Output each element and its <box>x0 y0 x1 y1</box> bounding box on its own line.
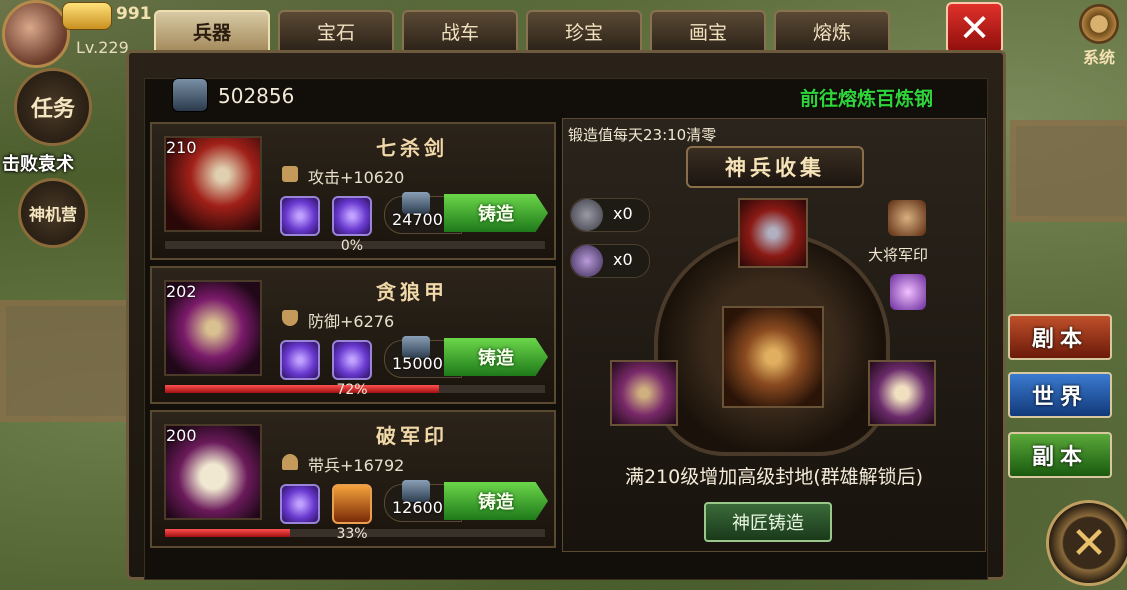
city-wall <box>1010 120 1127 222</box>
gold-ingot-icon <box>62 2 112 30</box>
tab-label: 兵器 <box>192 21 231 44</box>
world-button[interactable]: 世界 <box>1008 372 1112 418</box>
dungeon-button[interactable]: 副本 <box>1008 432 1112 478</box>
tab-label: 珍宝 <box>564 21 603 44</box>
gem-slot-icon[interactable] <box>280 340 320 380</box>
weapon-card: 210 七杀剑 攻击+10620 24700 铸造 0% <box>150 122 556 260</box>
hammer-count-value: x0 <box>613 250 633 269</box>
tab-label: 熔炼 <box>812 21 851 44</box>
gem-slot-icon[interactable] <box>280 484 320 524</box>
weapon-level: 202 <box>166 282 197 301</box>
goto-smelt-link[interactable]: 前往熔炼百炼钢 <box>800 84 933 111</box>
script-button[interactable]: 剧本 <box>1008 314 1112 360</box>
gem-slot-icon[interactable] <box>332 196 372 236</box>
forge-progress-fill <box>165 529 291 537</box>
weapon-card: 200 破军印 带兵+16792 12600 铸造 33% <box>150 410 556 548</box>
weapon-name: 七杀剑 <box>376 136 448 160</box>
quest-caption: 击败袁术 <box>2 154 74 175</box>
weapon-level: 200 <box>166 426 197 445</box>
general-seal-icon[interactable] <box>888 200 926 236</box>
forge-control: 24700 铸造 <box>384 190 550 234</box>
quest-button[interactable]: 任务 <box>14 68 92 146</box>
hammer-count[interactable]: x0 <box>570 198 650 232</box>
forge-cost: 24700 <box>392 210 443 229</box>
gem-icon[interactable] <box>890 274 926 310</box>
seal-name: 大将军印 <box>868 246 929 264</box>
tab-label: 画宝 <box>688 21 727 44</box>
tab-weapons[interactable]: 兵器 <box>154 10 270 50</box>
tab-label: 宝石 <box>316 21 355 44</box>
hammer-count[interactable]: x0 <box>570 244 650 278</box>
weapon-level: 210 <box>166 138 197 157</box>
quest-label: 任务 <box>30 97 75 122</box>
forge-button[interactable]: 铸造 <box>444 338 548 376</box>
reset-notice: 锻造值每天23:10清零 <box>568 126 717 144</box>
close-icon: ✕ <box>1070 517 1108 569</box>
weapon-stat: 防御+6276 <box>308 312 395 331</box>
close-icon: ✕ <box>958 6 991 50</box>
seal-icon[interactable] <box>868 360 936 426</box>
collection-title: 神兵收集 <box>686 146 864 188</box>
seal-icon[interactable] <box>722 306 824 408</box>
forge-cost: 15000 <box>392 354 443 373</box>
shield-icon <box>282 310 298 326</box>
weapon-stat: 攻击+10620 <box>308 168 405 187</box>
gear-icon <box>1079 4 1119 44</box>
tab-gems[interactable]: 宝石 <box>278 10 394 50</box>
weapon-name: 贪狼甲 <box>376 280 448 304</box>
shenjiying-button[interactable]: 神机营 <box>18 178 88 248</box>
forge-cost: 12600 <box>392 498 443 517</box>
gem-slot-icon[interactable] <box>332 484 372 524</box>
player-avatar[interactable] <box>2 0 70 68</box>
armor-icon[interactable] <box>610 360 678 426</box>
city-wall <box>0 300 132 422</box>
system-label: 系统 <box>1082 48 1115 67</box>
tab-chariot[interactable]: 战车 <box>402 10 518 50</box>
system-button[interactable]: 系统 <box>1072 4 1126 70</box>
forge-control: 12600 铸造 <box>384 478 550 522</box>
gem-slot-icon[interactable] <box>332 340 372 380</box>
hammer-icon <box>571 245 603 277</box>
unlock-text: 满210级增加高级封地(群雄解锁后) <box>624 466 924 488</box>
tab-smelt[interactable]: 熔炼 <box>774 10 890 50</box>
hammer-count-value: x0 <box>613 204 633 223</box>
gem-slot-icon[interactable] <box>280 196 320 236</box>
forge-control: 15000 铸造 <box>384 334 550 378</box>
tab-painting[interactable]: 画宝 <box>650 10 766 50</box>
forge-progress-label: 33% <box>336 526 368 542</box>
collapse-menu-button[interactable]: ✕ <box>1046 500 1127 586</box>
steel-amount: 502856 <box>218 84 295 108</box>
steel-ingot-icon <box>172 78 208 112</box>
attack-icon <box>282 166 298 182</box>
close-button[interactable]: ✕ <box>946 2 1003 54</box>
tab-label: 战车 <box>440 21 479 44</box>
weapon-stat: 带兵+16792 <box>308 456 405 475</box>
master-forge-button[interactable]: 神匠铸造 <box>704 502 832 542</box>
shenjiying-label: 神机营 <box>28 205 77 224</box>
troop-icon <box>282 454 298 470</box>
forge-progress-label: 0% <box>340 238 364 254</box>
weapon-name: 破军印 <box>376 424 448 448</box>
weapon-card: 202 贪狼甲 防御+6276 15000 铸造 72% <box>150 266 556 404</box>
hammer-icon <box>571 199 603 231</box>
player-level: Lv.229 <box>76 38 129 57</box>
gold-amount: 991 <box>116 4 152 24</box>
tab-treasure[interactable]: 珍宝 <box>526 10 642 50</box>
forge-progress-label: 72% <box>336 382 368 398</box>
sword-icon[interactable] <box>738 198 808 268</box>
forge-button[interactable]: 铸造 <box>444 194 548 232</box>
forge-button[interactable]: 铸造 <box>444 482 548 520</box>
